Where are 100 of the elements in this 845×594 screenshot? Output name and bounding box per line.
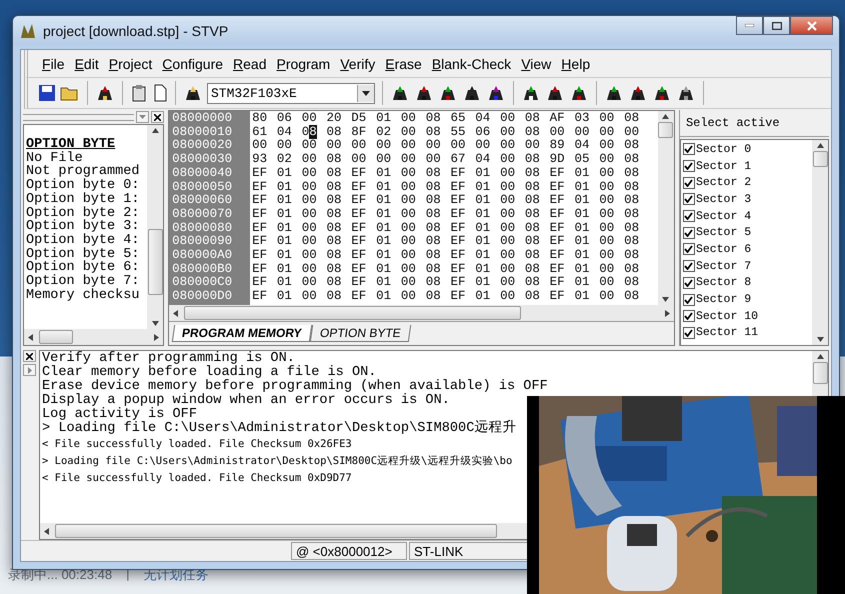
- close-icon[interactable]: [154, 114, 162, 120]
- caret-icon[interactable]: [362, 90, 370, 96]
- close-button[interactable]: [790, 16, 833, 35]
- arrow-up-icon[interactable]: [662, 114, 670, 119]
- byte-cell-text: EF: [252, 290, 268, 304]
- checkbox[interactable]: [682, 276, 695, 289]
- scroll-thumb[interactable]: [39, 330, 73, 344]
- arrow-up-icon[interactable]: [816, 143, 824, 148]
- checkbox[interactable]: [682, 260, 695, 272]
- save-icon[interactable]: [38, 84, 56, 102]
- close-button[interactable]: [23, 350, 36, 362]
- byte-cell-text: 00: [599, 262, 616, 276]
- sector-label: Sector 4: [696, 210, 752, 223]
- log-line: < File successfully loaded. File Checksum 0xD9D77: [42, 471, 353, 486]
- menu-item[interactable]: File: [42, 56, 65, 72]
- byte-cell-text: 01: [574, 276, 590, 290]
- document-icon[interactable]: [152, 84, 168, 102]
- arrow-up-icon[interactable]: [152, 128, 159, 133]
- scroll-thumb[interactable]: [184, 306, 522, 320]
- scroll-thumb[interactable]: [148, 229, 163, 295]
- minimize-button[interactable]: [736, 16, 763, 35]
- arrow-right-icon[interactable]: [664, 310, 670, 316]
- scroll-thumb[interactable]: [812, 362, 828, 384]
- close-button[interactable]: [151, 111, 164, 123]
- menu-item[interactable]: Configure: [162, 56, 224, 72]
- menu-item[interactable]: Project: [108, 56, 152, 72]
- checkbox[interactable]: [682, 143, 695, 156]
- vertical-scrollbar[interactable]: [147, 125, 164, 329]
- tab[interactable]: OPTION BYTE: [309, 325, 411, 342]
- vertical-scrollbar[interactable]: [658, 111, 674, 305]
- menu-item[interactable]: Erase: [385, 56, 422, 72]
- arrow-down-icon[interactable]: [816, 337, 824, 342]
- byte-cell-text: 00: [574, 126, 590, 140]
- checkbox[interactable]: [682, 160, 695, 172]
- menu-item[interactable]: Help: [561, 56, 590, 72]
- byte-cell-text: 01: [475, 290, 492, 304]
- tab[interactable]: PROGRAM MEMORY: [172, 325, 312, 342]
- byte-cell-text: 08: [426, 262, 442, 276]
- arrow-left-icon[interactable]: [173, 310, 178, 316]
- byte-cell-text: 00: [400, 249, 417, 263]
- checkbox[interactable]: [682, 310, 695, 322]
- byte-cell-text: 08: [524, 290, 541, 304]
- byte-cell-text: 01: [376, 290, 392, 304]
- arrow-left-icon[interactable]: [44, 528, 49, 534]
- byte-cell-text: 00: [276, 139, 293, 154]
- byte-cell-text: EF: [351, 180, 368, 194]
- byte-cell-text: EF: [450, 194, 466, 208]
- byte-cell-text: 01: [475, 235, 492, 250]
- checkbox[interactable]: [682, 243, 695, 256]
- byte-cell-text: 01: [574, 222, 590, 236]
- byte-cell-text: 00: [400, 166, 417, 181]
- byte-cell-text: 00: [599, 153, 616, 167]
- checkbox[interactable]: [682, 176, 695, 189]
- menu-item[interactable]: View: [521, 56, 552, 72]
- byte-cell-text: 08: [624, 153, 640, 167]
- checkbox[interactable]: [682, 326, 695, 339]
- arrow-left-icon[interactable]: [28, 334, 33, 340]
- checkbox[interactable]: [682, 210, 695, 222]
- clipboard-icon[interactable]: [130, 84, 148, 102]
- arrow-up-icon[interactable]: [816, 354, 824, 359]
- horizontal-scrollbar[interactable]: [24, 329, 164, 345]
- menu-item[interactable]: Verify: [340, 56, 376, 72]
- device-dropdown[interactable]: STM32F103xE: [207, 82, 375, 104]
- address-cell-text: 08000070: [171, 208, 234, 222]
- vertical-scrollbar[interactable]: [812, 140, 828, 345]
- scroll-thumb[interactable]: [658, 122, 674, 138]
- arrow-down-icon[interactable]: [662, 297, 670, 302]
- arrow-right-icon[interactable]: [154, 334, 160, 340]
- byte-cell-text: 08: [326, 126, 343, 140]
- byte-cell-text: EF: [550, 180, 566, 194]
- menu-item[interactable]: Program: [276, 56, 330, 72]
- option-line: No File: [26, 152, 83, 166]
- byte-cell-text: 04: [276, 126, 293, 140]
- menu-item[interactable]: Blank-Check: [432, 56, 512, 72]
- minimize-icon[interactable]: [745, 24, 754, 27]
- scroll-thumb[interactable]: [812, 151, 828, 167]
- arrow-down-icon[interactable]: [152, 321, 159, 326]
- byte-cell-text: 08: [426, 276, 442, 290]
- checkbox[interactable]: [682, 294, 695, 306]
- byte-cell-text: 01: [376, 194, 392, 208]
- byte-cell-text: 00: [302, 153, 318, 167]
- byte-cell-text: EF: [351, 262, 368, 276]
- menu-item[interactable]: Edit: [74, 56, 99, 72]
- maximize-icon[interactable]: [772, 22, 782, 30]
- byte-cell-text: 08: [426, 235, 442, 250]
- byte-cell-text: 00: [400, 208, 417, 222]
- horizontal-scrollbar[interactable]: [169, 305, 674, 321]
- byte-cell-text: EF: [252, 208, 268, 222]
- byte-cell-text: 01: [574, 262, 590, 276]
- checkbox[interactable]: [682, 226, 695, 239]
- byte-cell-text: 00: [599, 126, 616, 140]
- byte-cell-text: 08: [326, 180, 343, 194]
- maximize-button[interactable]: [763, 16, 790, 35]
- menu-item[interactable]: Read: [233, 56, 266, 72]
- scroll-thumb[interactable]: [55, 524, 497, 538]
- checkbox[interactable]: [682, 193, 695, 206]
- byte-cell-text: EF: [351, 194, 368, 208]
- close-icon[interactable]: [26, 352, 33, 360]
- byte-cell-text: 08: [624, 222, 640, 236]
- status-field: @ <0x8000012>: [291, 542, 407, 560]
